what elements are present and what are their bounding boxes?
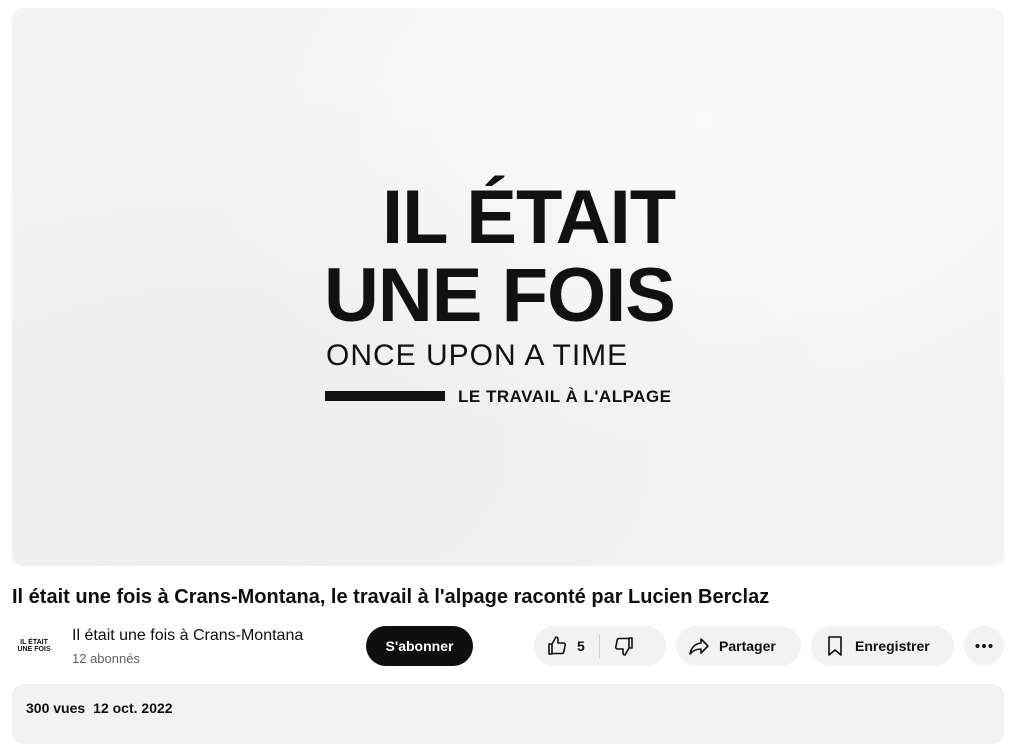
description-box[interactable]: 300 vues 12 oct. 2022 [12,684,1004,744]
save-button[interactable]: Enregistrer [811,626,954,666]
like-dislike-group: 5 [534,626,666,666]
bookmark-icon [828,636,842,656]
avatar-text-line-1: IL ÉTAIT [20,639,48,646]
video-player[interactable]: IL ÉTAIT UNE FOIS ONCE UPON A TIME LE TR… [12,8,1004,566]
more-actions-button[interactable] [964,626,1004,666]
thumbs-up-icon [548,636,567,655]
subscriber-count: 12 abonnés [72,651,140,666]
title-card-line-3: ONCE UPON A TIME [326,339,629,372]
subscribe-button[interactable]: S'abonner [366,626,473,666]
publish-date: 12 oct. 2022 [93,700,173,716]
share-arrow-icon [689,638,709,655]
view-count: 300 vues [26,700,86,716]
share-label: Partager [719,638,776,654]
title-card-subtitle: LE TRAVAIL À L'ALPAGE [458,387,672,406]
thumbs-down-icon [614,637,633,656]
avatar-text-line-2: UNE FOIS [17,646,51,653]
like-button[interactable]: 5 [534,634,600,658]
title-card-bar [325,391,445,401]
title-card-line-2: UNE FOIS [324,253,676,338]
like-count: 5 [577,638,585,654]
more-horizontal-icon [975,644,993,648]
title-card-line-1: IL ÉTAIT [382,175,676,260]
description-meta: 300 vues 12 oct. 2022 [26,700,173,716]
video-title-card: IL ÉTAIT UNE FOIS ONCE UPON A TIME LE TR… [12,8,1004,566]
dislike-button[interactable] [600,626,636,666]
video-title: Il était une fois à Crans-Montana, le tr… [12,586,770,608]
channel-name[interactable]: Il était une fois à Crans-Montana [72,626,303,646]
channel-avatar[interactable]: IL ÉTAIT UNE FOIS [12,624,56,668]
save-label: Enregistrer [855,638,930,654]
share-button[interactable]: Partager [676,626,801,666]
